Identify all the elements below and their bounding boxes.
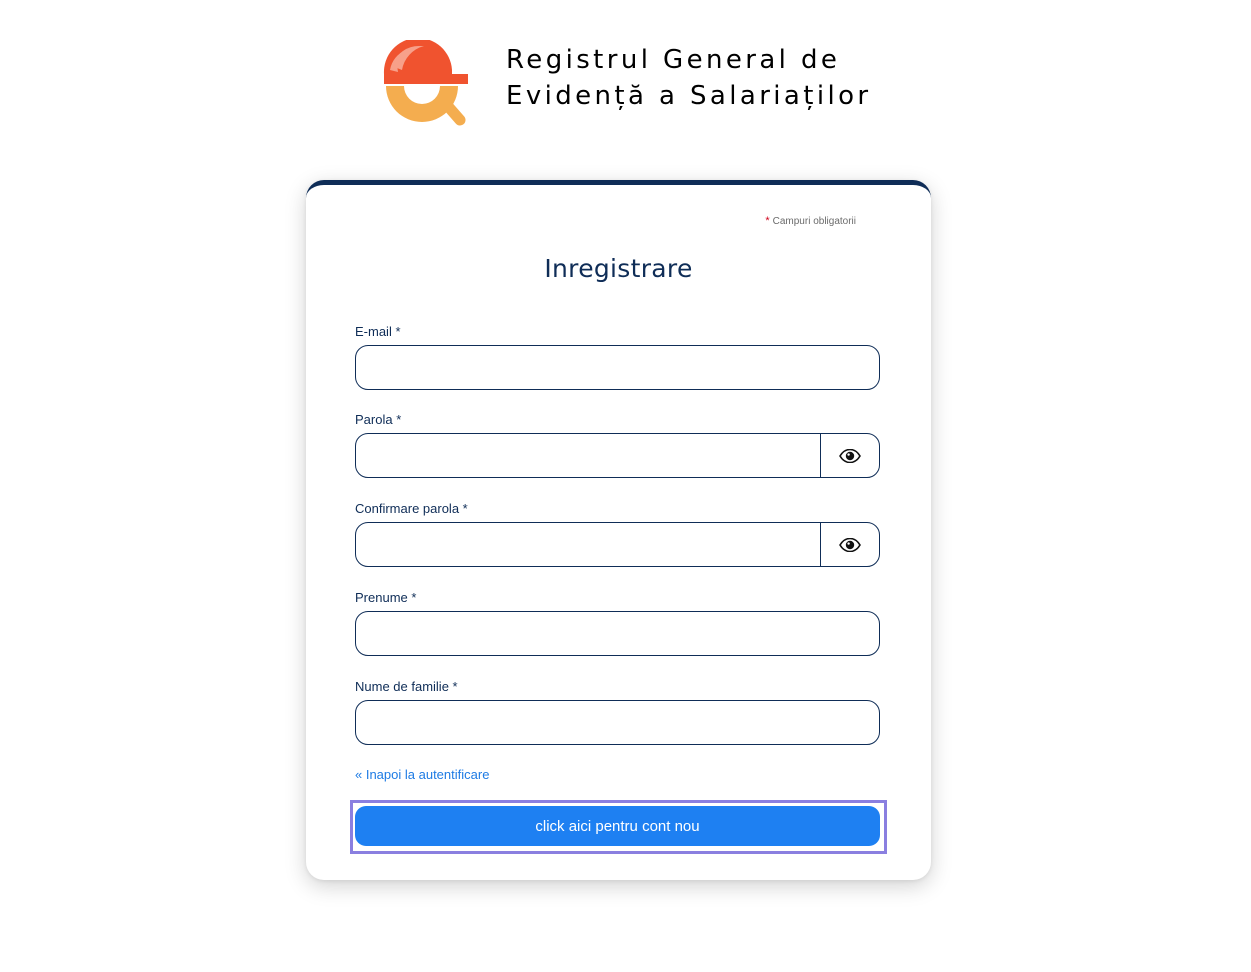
confirm-password-field-box: [355, 522, 880, 567]
show-confirm-password-button[interactable]: [820, 523, 879, 566]
email-field[interactable]: [356, 346, 879, 389]
confirm-password-field[interactable]: [356, 523, 821, 566]
password-label: Parola *: [355, 412, 402, 427]
first-name-field-box: [355, 611, 880, 656]
first-name-label: Prenume *: [355, 590, 417, 605]
brand-header: Registrul General de Evidență a Salariaț…: [380, 40, 900, 132]
required-star: *: [765, 215, 770, 227]
password-field-box: [355, 433, 880, 478]
eye-icon: [839, 448, 861, 463]
email-label: E-mail *: [355, 324, 401, 339]
registration-card: * Campuri obligatorii Inregistrare E-mail…: [306, 180, 931, 880]
create-account-button[interactable]: click aici pentru cont nou: [355, 806, 880, 846]
page-title: Inregistrare: [544, 254, 693, 283]
required-note-text: Campuri obligatorii: [772, 216, 856, 227]
email-field-box: [355, 345, 880, 390]
last-name-label: Nume de familie *: [355, 679, 458, 694]
app-title-line2: Evidență a Salariaților: [506, 81, 872, 111]
password-field[interactable]: [356, 434, 821, 477]
last-name-field-box: [355, 700, 880, 745]
first-name-field[interactable]: [356, 612, 879, 655]
eye-icon: [839, 537, 861, 552]
required-fields-note: * Campuri obligatorii: [765, 215, 856, 227]
registration-page: Registrul General de Evidență a Salariaț…: [0, 0, 1251, 972]
hardhat-magnifier-icon: [383, 40, 468, 126]
app-title-line1: Registrul General de: [506, 45, 841, 75]
confirm-password-label: Confirmare parola *: [355, 501, 468, 516]
app-title: Registrul General de Evidență a Salariaț…: [506, 42, 871, 114]
last-name-field[interactable]: [356, 701, 879, 744]
back-to-login-link[interactable]: « Inapoi la autentificare: [355, 767, 489, 782]
show-password-button[interactable]: [820, 434, 879, 477]
